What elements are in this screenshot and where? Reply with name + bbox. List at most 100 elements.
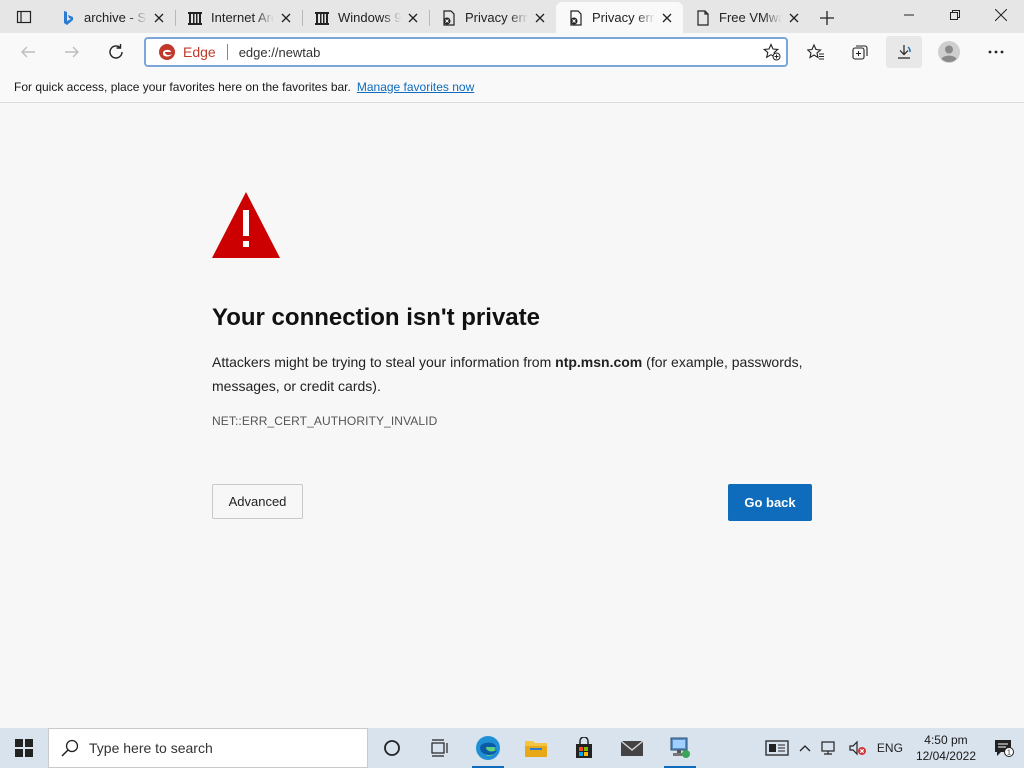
- mail-icon: [620, 740, 644, 756]
- action-center-button[interactable]: 1: [984, 728, 1024, 768]
- minimize-button[interactable]: [886, 0, 932, 30]
- address-bar[interactable]: Edge: [144, 37, 788, 67]
- bing-icon: [60, 10, 76, 26]
- collections-button[interactable]: [834, 36, 886, 68]
- tab-5[interactable]: Free VMware: [683, 2, 810, 33]
- favorites-button[interactable]: [798, 36, 834, 68]
- tab-2[interactable]: Windows 98: [302, 2, 430, 33]
- back-arrow-icon: [21, 46, 35, 58]
- task-view-button[interactable]: [416, 728, 464, 768]
- privacy-error-icon: [568, 9, 584, 26]
- settings-more-button[interactable]: [976, 36, 1016, 68]
- description-prefix: Attackers might be trying to steal your …: [212, 354, 556, 370]
- svg-text:1: 1: [1007, 750, 1011, 757]
- search-placeholder: Type here to search: [89, 740, 213, 756]
- restore-button[interactable]: [932, 0, 978, 30]
- cortana-circle-icon: [384, 740, 400, 756]
- right-toolbar: [798, 36, 1016, 68]
- taskbar-file-explorer[interactable]: [512, 728, 560, 768]
- close-tab-icon[interactable]: [278, 10, 294, 26]
- taskbar-network-app[interactable]: [656, 728, 704, 768]
- favorites-star-icon: [807, 43, 824, 60]
- network-status-button[interactable]: [816, 728, 844, 768]
- address-divider: [226, 44, 228, 60]
- star-add-icon: [763, 43, 781, 61]
- store-bag-icon: [576, 737, 592, 758]
- close-tab-icon[interactable]: [786, 10, 802, 26]
- volume-button[interactable]: [844, 728, 872, 768]
- minimize-icon: [904, 14, 914, 16]
- error-description: Attackers might be trying to steal your …: [212, 350, 812, 398]
- taskbar-news-button[interactable]: [760, 728, 794, 768]
- error-page: Your connection isn't private Attackers …: [0, 104, 1024, 728]
- advanced-button[interactable]: Advanced: [212, 484, 303, 519]
- tab-title: archive - Search: [84, 10, 147, 25]
- taskbar-store[interactable]: [560, 728, 608, 768]
- favorites-bar-text: For quick access, place your favorites h…: [14, 79, 351, 94]
- tab-3[interactable]: Privacy error: [429, 2, 556, 33]
- archive-icon: [187, 10, 203, 26]
- show-hidden-icons-button[interactable]: [794, 728, 816, 768]
- tab-title: Windows 98: [338, 10, 401, 25]
- back-button[interactable]: [11, 36, 45, 68]
- chevron-up-icon: [799, 745, 811, 752]
- close-tab-icon[interactable]: [151, 10, 167, 26]
- network-computer-icon: [670, 737, 690, 758]
- error-code: NET::ERR_CERT_AUTHORITY_INVALID: [212, 414, 438, 428]
- close-tab-icon[interactable]: [532, 10, 548, 26]
- manage-favorites-link[interactable]: Manage favorites now: [357, 80, 474, 94]
- warning-triangle-icon: [212, 192, 280, 258]
- search-icon: [61, 739, 79, 757]
- more-dots-icon: [988, 50, 1004, 54]
- taskbar-mail[interactable]: [608, 728, 656, 768]
- tab-title: Free VMware: [719, 10, 782, 25]
- taskbar: Type here to search ENG 4:50 pm 12/04/20…: [0, 728, 1024, 768]
- edge-chip: Edge: [158, 43, 216, 61]
- language-indicator[interactable]: ENG: [872, 728, 908, 768]
- window-controls: [886, 0, 1024, 33]
- volume-muted-icon: [849, 740, 866, 756]
- taskbar-edge-app[interactable]: [464, 728, 512, 768]
- url-input[interactable]: [238, 44, 758, 60]
- avatar-icon: [938, 41, 960, 63]
- start-button[interactable]: [0, 728, 48, 768]
- restore-icon: [950, 10, 960, 20]
- clock-date: 12/04/2022: [915, 749, 976, 763]
- forward-button[interactable]: [55, 36, 89, 68]
- tab-1[interactable]: Internet Archive: [175, 2, 303, 33]
- edge-red-icon: [159, 44, 175, 60]
- tab-title: Privacy error: [592, 10, 655, 25]
- close-window-button[interactable]: [978, 0, 1024, 30]
- close-tab-icon[interactable]: [659, 10, 675, 26]
- network-icon: [821, 741, 835, 755]
- add-favorite-button[interactable]: [758, 43, 786, 61]
- collections-icon: [852, 45, 868, 60]
- archive-icon: [314, 10, 330, 26]
- clock[interactable]: 4:50 pm 12/04/2022: [908, 732, 984, 764]
- task-view-icon: [431, 739, 448, 757]
- tab-actions-icon: [16, 10, 32, 23]
- refresh-icon: [109, 44, 123, 59]
- tab-0[interactable]: archive - Search: [48, 2, 176, 33]
- navigation-toolbar: Edge: [0, 33, 1024, 71]
- privacy-error-icon: [441, 9, 457, 26]
- page-icon: [695, 9, 711, 26]
- clock-time: 4:50 pm: [924, 733, 968, 747]
- refresh-button[interactable]: [99, 36, 133, 68]
- downloads-button[interactable]: [886, 36, 922, 68]
- tab-actions-button[interactable]: [0, 0, 48, 33]
- cortana-button[interactable]: [368, 728, 416, 768]
- page-title: Your connection isn't private: [212, 304, 540, 331]
- download-icon: [898, 45, 911, 59]
- tab-title: Internet Archive: [211, 10, 274, 25]
- close-tab-icon[interactable]: [405, 10, 421, 26]
- edge-browser-icon: [476, 736, 500, 760]
- profile-button[interactable]: [922, 36, 976, 68]
- taskbar-search[interactable]: Type here to search: [48, 728, 368, 768]
- tab-title: Privacy error: [465, 10, 528, 25]
- new-tab-button[interactable]: [810, 2, 844, 33]
- tab-4-active[interactable]: Privacy error: [556, 2, 683, 33]
- go-back-button[interactable]: Go back: [728, 484, 812, 521]
- notification-icon: 1: [995, 740, 1014, 757]
- windows-logo-icon: [15, 739, 33, 757]
